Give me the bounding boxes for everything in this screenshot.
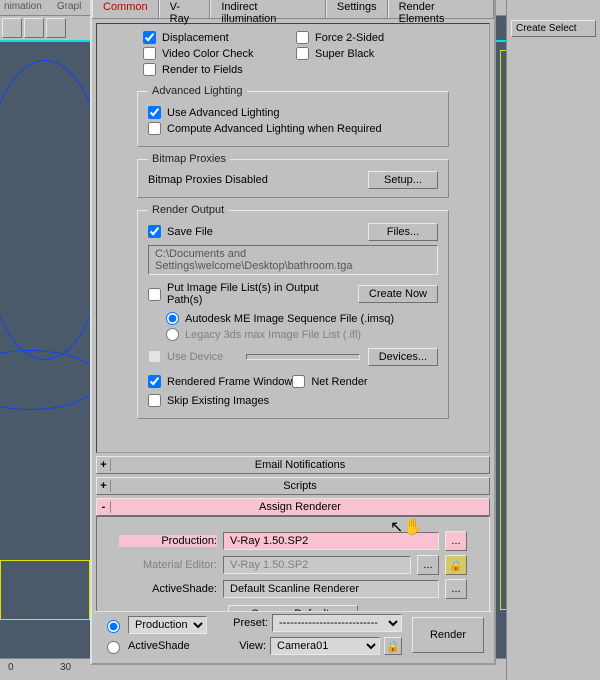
group-legend: Advanced Lighting <box>148 85 247 97</box>
choose-material-editor-renderer-button[interactable]: ... <box>417 555 439 575</box>
common-params-scroll[interactable]: Displacement Video Color Check Render to… <box>96 23 490 453</box>
tab-render-elements[interactable]: Render Elements <box>388 0 494 18</box>
render-output-group: Render Output Save File Files... C:\Docu… <box>137 204 449 419</box>
render-button[interactable]: Render <box>412 617 484 635</box>
use-device-checkbox: Use Device <box>148 350 238 363</box>
command-panel: Create Select <box>506 0 600 680</box>
use-advanced-lighting-checkbox[interactable]: Use Advanced Lighting <box>148 106 438 119</box>
production-mode-select[interactable]: Production <box>128 616 207 634</box>
menu-item[interactable]: Grapl <box>53 1 81 12</box>
bitmap-setup-button[interactable]: Setup... <box>368 171 438 189</box>
menu-item[interactable]: nimation <box>0 1 42 12</box>
group-legend: Render Output <box>148 204 228 216</box>
advanced-lighting-group: Advanced Lighting Use Advanced Lighting … <box>137 85 449 147</box>
imsq-radio[interactable]: Autodesk ME Image Sequence File (.imsq) <box>166 312 438 325</box>
production-radio[interactable]: Production <box>102 616 207 634</box>
group-legend: Bitmap Proxies <box>148 153 230 165</box>
ifl-radio[interactable]: Legacy 3ds max Image File List (.ifl) <box>166 328 438 341</box>
render-setup-dialog: Common V-Ray Indirect illumination Setti… <box>90 0 496 665</box>
choose-activeshade-renderer-button[interactable]: ... <box>445 579 467 599</box>
tab-vray[interactable]: V-Ray <box>159 0 211 18</box>
choose-production-renderer-button[interactable]: ... <box>445 531 467 551</box>
expand-icon: + <box>97 480 111 492</box>
tool-icon[interactable] <box>46 18 66 38</box>
material-editor-renderer: V-Ray 1.50.SP2 <box>223 556 411 574</box>
create-selection-button[interactable]: Create Select <box>511 20 596 37</box>
email-notifications-rollout[interactable]: + Email Notifications <box>96 456 490 474</box>
material-editor-label: Material Editor: <box>119 559 217 571</box>
compute-advanced-lighting-checkbox[interactable]: Compute Advanced Lighting when Required <box>148 122 438 135</box>
lock-icon[interactable]: 🔒 <box>445 555 467 575</box>
device-name <box>246 354 360 360</box>
skip-existing-checkbox[interactable]: Skip Existing Images <box>148 394 438 407</box>
net-render-checkbox[interactable]: Net Render <box>292 375 367 388</box>
preset-select[interactable]: --------------------------- <box>272 614 402 632</box>
ruler-tick: 30 <box>60 662 71 673</box>
tool-icon[interactable] <box>24 18 44 38</box>
devices-button[interactable]: Devices... <box>368 348 438 366</box>
render-bottom-bar: Production ActiveShade Preset: ---------… <box>94 611 492 634</box>
render-to-fields-checkbox[interactable]: Render to Fields <box>143 63 296 76</box>
assign-renderer-rollout[interactable]: - Assign Renderer <box>96 498 490 516</box>
preset-label: Preset: <box>233 617 268 629</box>
tab-strip: Common V-Ray Indirect illumination Setti… <box>92 0 494 19</box>
video-color-check-checkbox[interactable]: Video Color Check <box>143 47 296 60</box>
bitmap-proxies-status: Bitmap Proxies Disabled <box>148 174 360 186</box>
output-path: C:\Documents and Settings\welcome\Deskto… <box>148 245 438 275</box>
displacement-checkbox[interactable]: Displacement <box>143 31 296 44</box>
scripts-rollout[interactable]: + Scripts <box>96 477 490 495</box>
toolbar-left <box>0 16 90 40</box>
activeshade-renderer: Default Scanline Renderer <box>223 580 439 598</box>
expand-icon: + <box>97 459 111 471</box>
tab-settings[interactable]: Settings <box>326 0 388 18</box>
activeshade-label: ActiveShade: <box>119 583 217 595</box>
production-renderer: V-Ray 1.50.SP2 <box>223 532 439 550</box>
rendered-frame-window-checkbox[interactable]: Rendered Frame Window <box>148 375 292 388</box>
bitmap-proxies-group: Bitmap Proxies Bitmap Proxies Disabled S… <box>137 153 449 198</box>
collapse-icon: - <box>97 501 111 513</box>
files-button[interactable]: Files... <box>368 223 438 241</box>
create-now-button[interactable]: Create Now <box>358 285 438 303</box>
force-2sided-checkbox[interactable]: Force 2-Sided <box>296 31 449 44</box>
put-image-file-list-checkbox[interactable]: Put Image File List(s) in Output Path(s) <box>148 282 350 306</box>
tab-indirect-illumination[interactable]: Indirect illumination <box>210 0 325 18</box>
super-black-checkbox[interactable]: Super Black <box>296 47 449 60</box>
production-label: Production: <box>119 535 217 547</box>
tab-common[interactable]: Common <box>92 0 159 18</box>
ruler-tick: 0 <box>8 662 14 673</box>
tool-icon[interactable] <box>2 18 22 38</box>
save-file-checkbox[interactable]: Save File <box>148 225 360 238</box>
